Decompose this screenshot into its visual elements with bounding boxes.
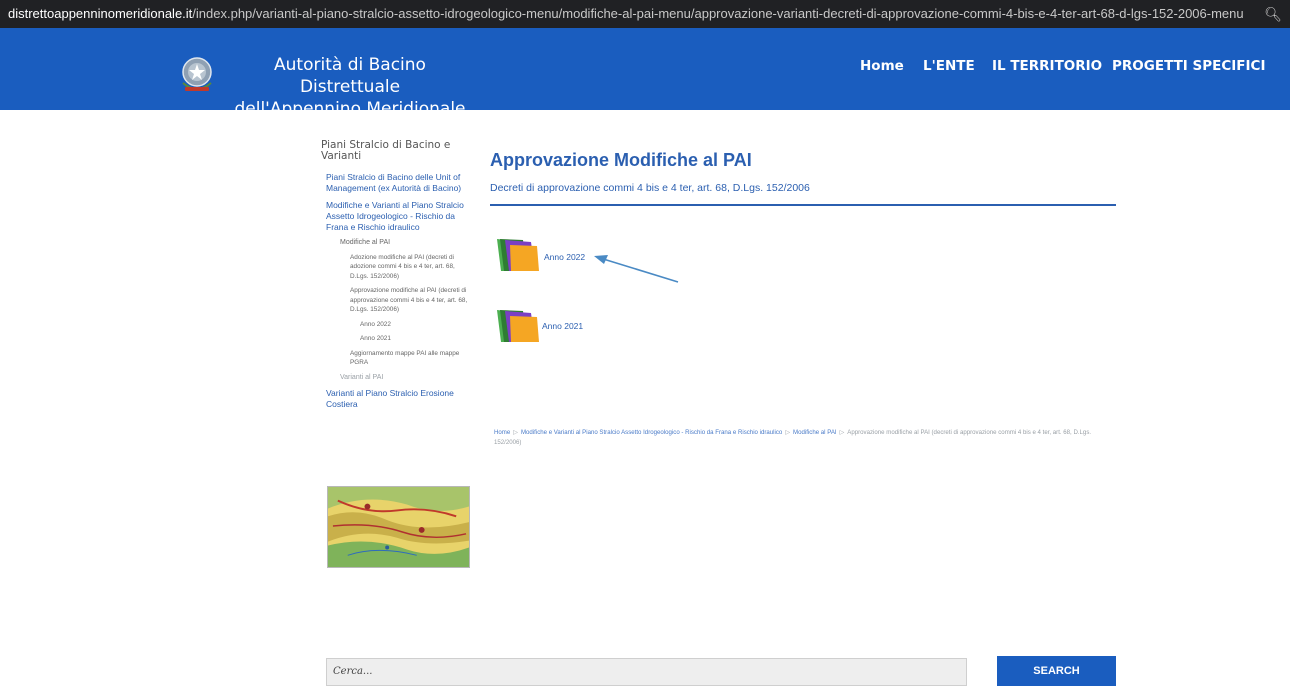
sidebar-item-anno-2021[interactable]: Anno 2021 — [321, 334, 469, 344]
sidebar: Piani Stralcio di Bacino e Varianti Pian… — [321, 140, 469, 410]
sidebar-item-approvazione[interactable]: Approvazione modifiche al PAI (decreti d… — [321, 286, 469, 315]
folder-link-anno-2021[interactable]: Anno 2021 — [542, 321, 583, 331]
breadcrumb-modifiche-pai[interactable]: Modifiche al PAI — [793, 429, 837, 436]
page-subtitle: Decreti di approvazione commi 4 bis e 4 … — [490, 182, 810, 194]
annotation-arrow — [594, 255, 679, 283]
sidebar-item-modifiche-varianti[interactable]: Modifiche e Varianti al Piano Stralcio A… — [321, 200, 469, 233]
url-host: distrettoappenninomeridionale.it — [8, 6, 193, 21]
nav-progetti-specifici[interactable]: PROGETTI SPECIFICI — [1112, 58, 1265, 74]
site-title-line1: Autorità di Bacino Distrettuale — [274, 55, 426, 97]
search-input[interactable]: Cerca... — [326, 658, 967, 686]
sidebar-item-erosione-costiera[interactable]: Varianti al Piano Stralcio Erosione Cost… — [321, 388, 469, 410]
breadcrumb-separator: ▷ — [785, 429, 791, 436]
sidebar-title: Piani Stralcio di Bacino e Varianti — [321, 139, 451, 162]
magnifier-icon[interactable]: 🔍︎ — [1264, 0, 1282, 28]
folder-link-anno-2022[interactable]: Anno 2022 — [544, 252, 585, 262]
url-path: /index.php/varianti-al-piano-stralcio-as… — [192, 6, 1244, 21]
sidebar-item-anno-2022[interactable]: Anno 2022 — [321, 320, 469, 330]
breadcrumb: Home ▷ Modifiche e Varianti al Piano Stral… — [494, 428, 1118, 448]
page-title: Approvazione Modifiche al PAI — [490, 150, 752, 170]
nav-territorio[interactable]: IL TERRITORIO — [992, 58, 1102, 74]
site-title[interactable]: Autorità di Bacino Distrettuale dell'App… — [230, 54, 470, 120]
sidebar-item-piani-stralcio[interactable]: Piani Stralcio di Bacino delle Unit of M… — [321, 172, 469, 194]
site-title-line2: dell'Appennino Meridionale — [234, 99, 466, 119]
breadcrumb-modifiche-varianti[interactable]: Modifiche e Varianti al Piano Stralcio A… — [521, 429, 782, 436]
browser-url-bar[interactable]: distrettoappenninomeridionale.it/index.p… — [0, 0, 1290, 28]
breadcrumb-separator: ▷ — [513, 429, 518, 436]
folder-icon[interactable] — [497, 308, 541, 344]
sidebar-item-adozione[interactable]: Adozione modifiche al PAI (decreti di ad… — [321, 253, 469, 282]
search-button[interactable]: SEARCH — [997, 656, 1116, 686]
folder-icon[interactable] — [497, 237, 541, 273]
breadcrumb-separator: ▷ — [839, 429, 845, 436]
nav-ente[interactable]: L'ENTE — [923, 58, 975, 74]
sidebar-item-varianti-pai[interactable]: Varianti al PAI — [321, 373, 469, 383]
breadcrumb-home[interactable]: Home — [494, 429, 510, 436]
sidebar-item-aggiornamento[interactable]: Aggiornamento mappe PAI alle mappe PGRA — [321, 349, 469, 368]
title-divider — [490, 204, 1116, 206]
sidebar-item-modifiche-pai[interactable]: Modifiche al PAI — [321, 238, 469, 248]
nav-home[interactable]: Home — [860, 58, 904, 74]
emblem-icon — [182, 57, 212, 91]
terrain-map-thumbnail[interactable] — [327, 486, 470, 568]
